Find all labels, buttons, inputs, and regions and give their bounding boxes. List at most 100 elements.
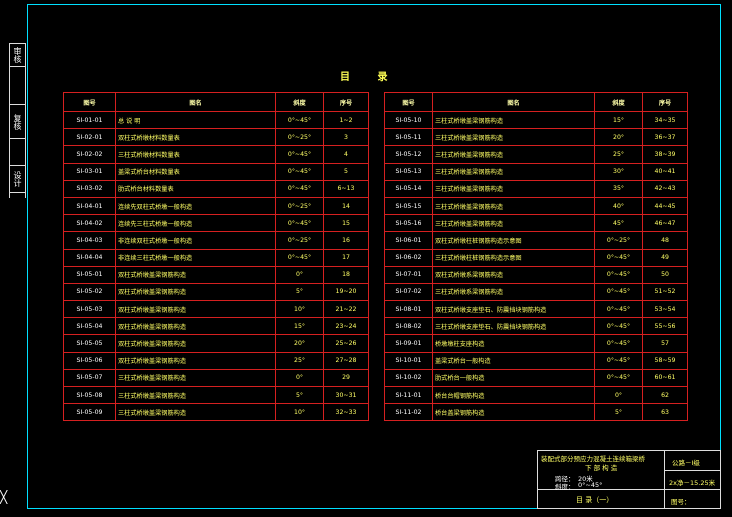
table-row: SI-10-02 肋式桥台一般构造 0°~45° 60~61 (384, 368, 688, 388)
sequence-cell: 23~24 (323, 317, 369, 336)
table-row: SI-05-09 三柱式桥墩盖梁钢筋构造 10° 32~33 (63, 403, 369, 422)
drawing-number-cell: SI-04-04 (63, 248, 116, 267)
table-row: SI-05-15 三柱式桥墩盖梁钢筋构造 40° 44~45 (384, 196, 688, 216)
table-row: SI-03-02 肋式桥台材料数量表 0°~45° 6~13 (63, 179, 369, 198)
side-frame-line (9, 43, 10, 198)
drawing-number-cell: SI-07-01 (384, 265, 433, 284)
skew-cell: 0° (594, 385, 643, 405)
drawing-number-cell: SI-05-11 (384, 128, 433, 147)
drawing-number-cell: SI-03-01 (63, 162, 116, 181)
table-row: SI-05-10 三柱式桥墩盖梁钢筋构造 15° 34~35 (384, 110, 688, 130)
drawing-number-cell: SI-03-02 (63, 179, 116, 198)
drawing-name-cell: 连续先三柱式桥墩一般构造 (115, 214, 276, 233)
skew-cell: 5° (275, 282, 324, 302)
table-header-row: 图号 图名 斜度 序号 (384, 92, 688, 112)
skew-cell: 0°~45° (594, 317, 643, 336)
skew-cell: 30° (594, 162, 643, 181)
drawing-name-cell: 盖梁式桥台材料数量表 (115, 162, 276, 181)
sequence-cell: 16 (323, 231, 369, 250)
drawing-number-cell: SI-11-02 (384, 403, 433, 422)
sequence-cell: 55~56 (642, 317, 688, 336)
skew-cell: 5° (275, 385, 324, 405)
table-row: SI-09-01 桥墩墩柱支座构造 0°~45° 57 (384, 334, 688, 353)
drawing-number-cell: SI-04-02 (63, 214, 116, 233)
drawing-name-cell: 双柱式桥墩盖梁钢筋构造 (115, 334, 276, 353)
sequence-cell: 42~43 (642, 179, 688, 198)
drawing-name-cell: 非连续三柱式桥墩一般构造 (115, 248, 276, 267)
skew-cell: 25° (594, 145, 643, 164)
skew-cell: 0°~45° (275, 110, 324, 130)
drawing-number-cell: SI-05-12 (384, 145, 433, 164)
index-table-left: 图号 图名 斜度 序号 SI-01-01 总 说 明 0°~45° 1~2 SI-02-… (63, 92, 369, 422)
drawing-number-cell: SI-05-03 (63, 300, 116, 319)
drawing-name-cell: 桥台盖梁钢筋构造 (432, 403, 595, 422)
table-row: SI-05-08 三柱式桥墩盖梁钢筋构造 5° 30~31 (63, 385, 369, 405)
sequence-cell: 29 (323, 368, 369, 388)
drawing-name-cell: 双柱式桥墩盖梁钢筋构造 (115, 265, 276, 284)
table-row: SI-05-01 双柱式桥墩盖梁钢筋构造 0° 18 (63, 265, 369, 284)
table-row: SI-07-02 三柱式桥墩系梁钢筋构造 0°~45° 51~52 (384, 282, 688, 302)
table-row: SI-05-03 双柱式桥墩盖梁钢筋构造 10° 21~22 (63, 300, 369, 319)
table-row: SI-05-16 三柱式桥墩盖梁钢筋构造 45° 46~47 (384, 214, 688, 233)
sequence-cell: 49 (642, 248, 688, 267)
drawing-number-cell: SI-05-07 (63, 368, 116, 388)
drawing-name-cell: 三柱式桥墩系梁钢筋构造 (432, 282, 595, 302)
sequence-cell: 48 (642, 231, 688, 250)
side-tab-review: 审核 (9, 43, 26, 67)
drawing-number-cell: SI-05-14 (384, 179, 433, 198)
table-row: SI-05-14 三柱式桥墩盖梁钢筋构造 35° 42~43 (384, 179, 688, 198)
skew-cell: 0°~45° (275, 162, 324, 181)
table-row: SI-08-02 三柱式桥墩支座垫石、防震挡块钢筋构造 0°~45° 55~56 (384, 317, 688, 336)
drawing-number-cell: SI-11-01 (384, 385, 433, 405)
table-row: SI-05-11 三柱式桥墩盖梁钢筋构造 20° 36~37 (384, 128, 688, 147)
drawing-name-cell: 双柱式桥墩支座垫石、防震挡块钢筋构造 (432, 300, 595, 319)
drawing-number-cell: SI-05-05 (63, 334, 116, 353)
drawing-name-cell: 双柱式桥墩柱桩钢筋构造示意图 (432, 231, 595, 250)
table-row: SI-05-02 双柱式桥墩盖梁钢筋构造 5° 19~20 (63, 282, 369, 302)
skew-cell: 10° (275, 403, 324, 422)
sequence-cell: 46~47 (642, 214, 688, 233)
skew-cell: 0°~45° (594, 265, 643, 284)
skew-cell: 5° (594, 403, 643, 422)
skew-cell: 0°~45° (594, 334, 643, 353)
sequence-cell: 1~2 (323, 110, 369, 130)
sequence-cell: 25~26 (323, 334, 369, 353)
table-row: SI-06-02 三柱式桥墩柱桩钢筋构造示意图 0°~45° 49 (384, 248, 688, 267)
drawing-name-cell: 肋式桥台一般构造 (432, 368, 595, 388)
drawing-name-cell: 双柱式桥墩材料数量表 (115, 128, 276, 147)
sequence-cell: 30~31 (323, 385, 369, 405)
table-row: SI-03-01 盖梁式桥台材料数量表 0°~45° 5 (63, 162, 369, 181)
skew-cell: 0°~25° (275, 231, 324, 250)
skew-cell: 0°~25° (275, 196, 324, 216)
table-row: SI-11-02 桥台盖梁钢筋构造 5° 63 (384, 403, 688, 422)
drawing-name-cell: 三柱式桥墩盖梁钢筋构造 (432, 162, 595, 181)
sequence-cell: 3 (323, 128, 369, 147)
drawing-name-cell: 双柱式桥墩盖梁钢筋构造 (115, 351, 276, 370)
skew-cell: 0°~25° (594, 231, 643, 250)
load-class: 公路－I级 (672, 459, 700, 467)
side-tab-design: 设计 (9, 165, 26, 193)
skew-cell: 0° (275, 368, 324, 388)
drawing-number-cell: SI-02-01 (63, 128, 116, 147)
drawing-number-cell: SI-06-02 (384, 248, 433, 267)
drawing-name-cell: 三柱式桥墩盖梁钢筋构造 (432, 196, 595, 216)
drawing-name-cell: 三柱式桥墩盖梁钢筋构造 (432, 179, 595, 198)
skew-label: 斜度： (555, 483, 575, 491)
table-row: SI-06-01 双柱式桥墩柱桩钢筋构造示意图 0°~25° 48 (384, 231, 688, 250)
sequence-cell: 34~35 (642, 110, 688, 130)
table-row: SI-08-01 双柱式桥墩支座垫石、防震挡块钢筋构造 0°~45° 53~54 (384, 300, 688, 319)
table-row: SI-05-12 三柱式桥墩盖梁钢筋构造 25° 38~39 (384, 145, 688, 164)
drawing-number-cell: SI-05-13 (384, 162, 433, 181)
skew-cell: 0°~45° (594, 282, 643, 302)
side-tab-check: 复核 (9, 104, 26, 139)
drawing-number-cell: SI-05-16 (384, 214, 433, 233)
table-header-row: 图号 图名 斜度 序号 (63, 92, 369, 112)
skew-cell: 0°~45° (594, 351, 643, 370)
sequence-cell: 15 (323, 214, 369, 233)
header-sequence: 序号 (642, 92, 688, 112)
drawing-name-cell: 双柱式桥墩系梁钢筋构造 (432, 265, 595, 284)
drawing-number-cell: SI-05-06 (63, 351, 116, 370)
sequence-cell: 40~41 (642, 162, 688, 181)
sequence-cell: 57 (642, 334, 688, 353)
header-drawing-name: 图名 (115, 92, 276, 112)
